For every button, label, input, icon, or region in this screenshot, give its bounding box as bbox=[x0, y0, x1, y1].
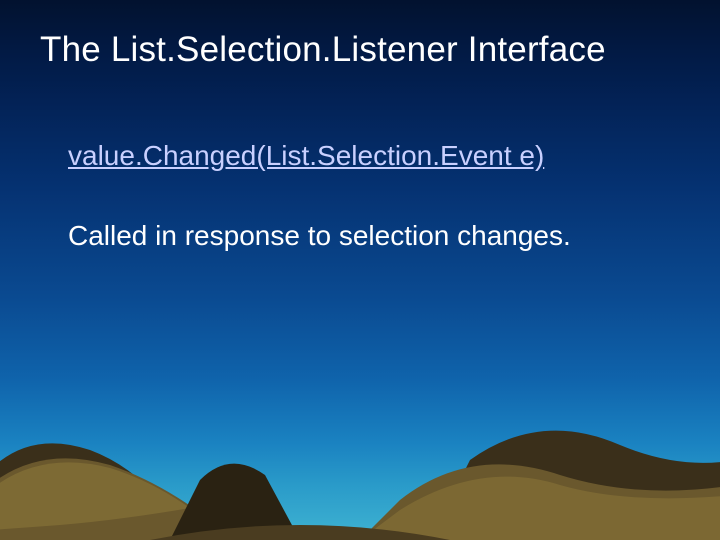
description-text: Called in response to selection changes. bbox=[68, 220, 680, 252]
slide: The List.Selection.Listener Interface va… bbox=[0, 0, 720, 540]
slide-title: The List.Selection.Listener Interface bbox=[40, 30, 700, 70]
method-link[interactable]: value.Changed(List.Selection.Event e) bbox=[68, 140, 544, 172]
slide-body: value.Changed(List.Selection.Event e) Ca… bbox=[68, 140, 680, 252]
mountain-decoration bbox=[0, 390, 720, 540]
